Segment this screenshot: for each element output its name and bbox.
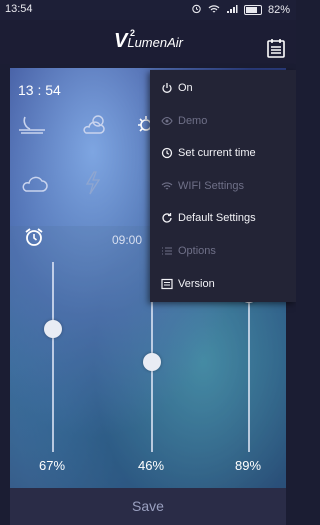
sunset-mode-icon[interactable] xyxy=(17,113,47,140)
menu-item-label: Demo xyxy=(178,115,208,127)
phone-screen: 13:54 82% V 2 LumenAir 13: 54 09:00 67%… xyxy=(0,0,296,525)
menu-item-label: Default Settings xyxy=(178,212,256,224)
partly-cloudy-icon[interactable] xyxy=(80,113,110,142)
battery-percent: 82% xyxy=(267,4,290,16)
status-icons: 82% xyxy=(191,3,290,17)
frame-left xyxy=(0,64,10,525)
menu-item-label: On xyxy=(178,82,193,94)
status-time: 13:54 xyxy=(5,3,33,15)
clock-display: 13 : 54 xyxy=(18,82,61,98)
menu-item-label: Set current time xyxy=(178,147,256,159)
lightning-icon[interactable] xyxy=(82,170,102,201)
logo-v: V xyxy=(114,30,128,52)
refresh-icon xyxy=(161,212,173,224)
save-button[interactable]: Save xyxy=(10,498,286,514)
clock-icon xyxy=(161,147,173,159)
list-icon xyxy=(161,245,173,257)
logo-name: LumenAir xyxy=(127,35,183,50)
menu-item-demo[interactable]: Demo xyxy=(150,105,296,137)
power-icon xyxy=(161,82,173,94)
slider-value-2: 46% xyxy=(138,458,165,473)
slider-knob-1[interactable] xyxy=(44,320,62,338)
slider-track-1[interactable] xyxy=(52,262,54,452)
slider-knob-2[interactable] xyxy=(143,353,161,371)
save-bar: Save xyxy=(10,488,286,525)
menu-item-label: Options xyxy=(178,245,216,257)
alarm-status-icon xyxy=(191,3,202,17)
logo-superscript: 2 xyxy=(130,28,136,38)
eye-icon xyxy=(161,115,173,127)
menu-item-set-current-time[interactable]: Set current time xyxy=(150,137,296,169)
menu-item-on[interactable]: On xyxy=(150,72,296,104)
wifi-icon xyxy=(161,180,173,192)
slider-value-3: 89% xyxy=(235,458,262,473)
app-logo: V 2 LumenAir xyxy=(114,28,183,53)
menu-item-options[interactable]: Options xyxy=(150,235,296,267)
menu-item-label: Version xyxy=(178,278,215,290)
cloud-icon[interactable] xyxy=(19,173,49,200)
signal-status-icon xyxy=(226,4,238,17)
menu-item-wifi-settings[interactable]: WIFI Settings xyxy=(150,170,296,202)
wifi-status-icon xyxy=(208,4,220,17)
info-box-icon xyxy=(161,278,173,290)
menu-button[interactable] xyxy=(265,37,287,59)
app-bar: V 2 LumenAir xyxy=(0,20,296,64)
slider-value-1: 67% xyxy=(39,458,66,473)
battery-icon xyxy=(243,5,262,15)
schedule-time[interactable]: 09:00 xyxy=(112,233,142,247)
menu-item-default-settings[interactable]: Default Settings xyxy=(150,202,296,234)
status-bar: 13:54 82% xyxy=(0,0,296,20)
overflow-menu: On Demo Set current time WIFI Settings D… xyxy=(150,70,296,302)
alarm-clock-icon[interactable] xyxy=(23,226,45,253)
calendar-menu-icon xyxy=(267,39,285,58)
menu-item-version[interactable]: Version xyxy=(150,268,296,300)
menu-item-label: WIFI Settings xyxy=(178,180,245,192)
